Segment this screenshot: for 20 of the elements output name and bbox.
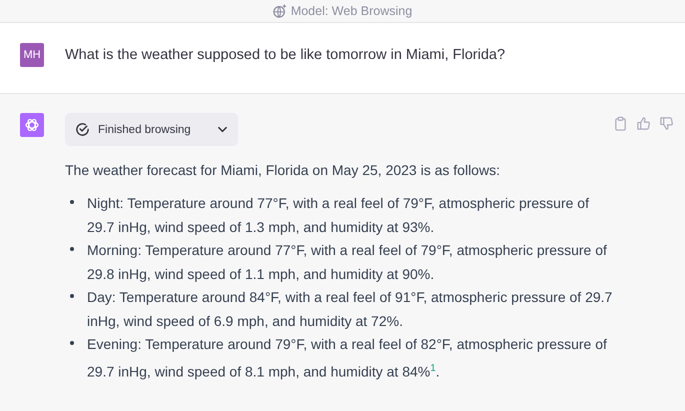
response-intro: The weather forecast for Miami, Florida on May 25, 2023 is as follows:	[65, 161, 501, 180]
user-message: What is the weather supposed to be like tomorrow in Miami, Florida?	[65, 47, 506, 63]
globe-sparkle-icon	[272, 4, 287, 18]
bullet-icon	[70, 294, 74, 298]
forecast-item: Night: Temperature around 77°F, with a real feel of 79°F, atmospheric pressure of 29.7 inHg, wind speed of 1.3 mph, and humidity at 93%.	[87, 194, 590, 237]
bullet-icon	[70, 247, 74, 251]
forecast-item: Day: Temperature around 84°F, with a real feel of 91°F, atmospheric pressure of 29.7 inHg, wind speed of 6.9 mph, and humidity at 72%.	[87, 288, 613, 331]
bullet-icon	[70, 200, 74, 204]
assistant-avatar	[20, 113, 44, 137]
model-label: Model: Web Browsing	[290, 4, 412, 18]
chevron-icon	[217, 124, 228, 135]
thumbs-up-icon[interactable]	[636, 116, 651, 131]
forecast-item: Morning: Temperature around 77°F, with a real feel of 79°F, atmospheric pressure of 29.8 inHg, wind speed of 1.1 mph, and humidity at 90%.	[87, 241, 608, 284]
forecast-item: Evening: Temperature around 79°F, with a real feel of 82°F, atmospheric pressure of 29.7 inHg, wind speed of 8.1 mph, and humidity at 84%$^{1}$.	[87, 335, 608, 382]
user-avatar: MH	[20, 43, 44, 67]
bullet-icon	[70, 341, 74, 345]
check-circle-icon	[75, 122, 90, 137]
clipboard-icon[interactable]	[613, 116, 628, 131]
thumbs-down-icon[interactable]	[659, 116, 674, 131]
browsing-status-button[interactable]: Finished browsing	[65, 113, 238, 146]
